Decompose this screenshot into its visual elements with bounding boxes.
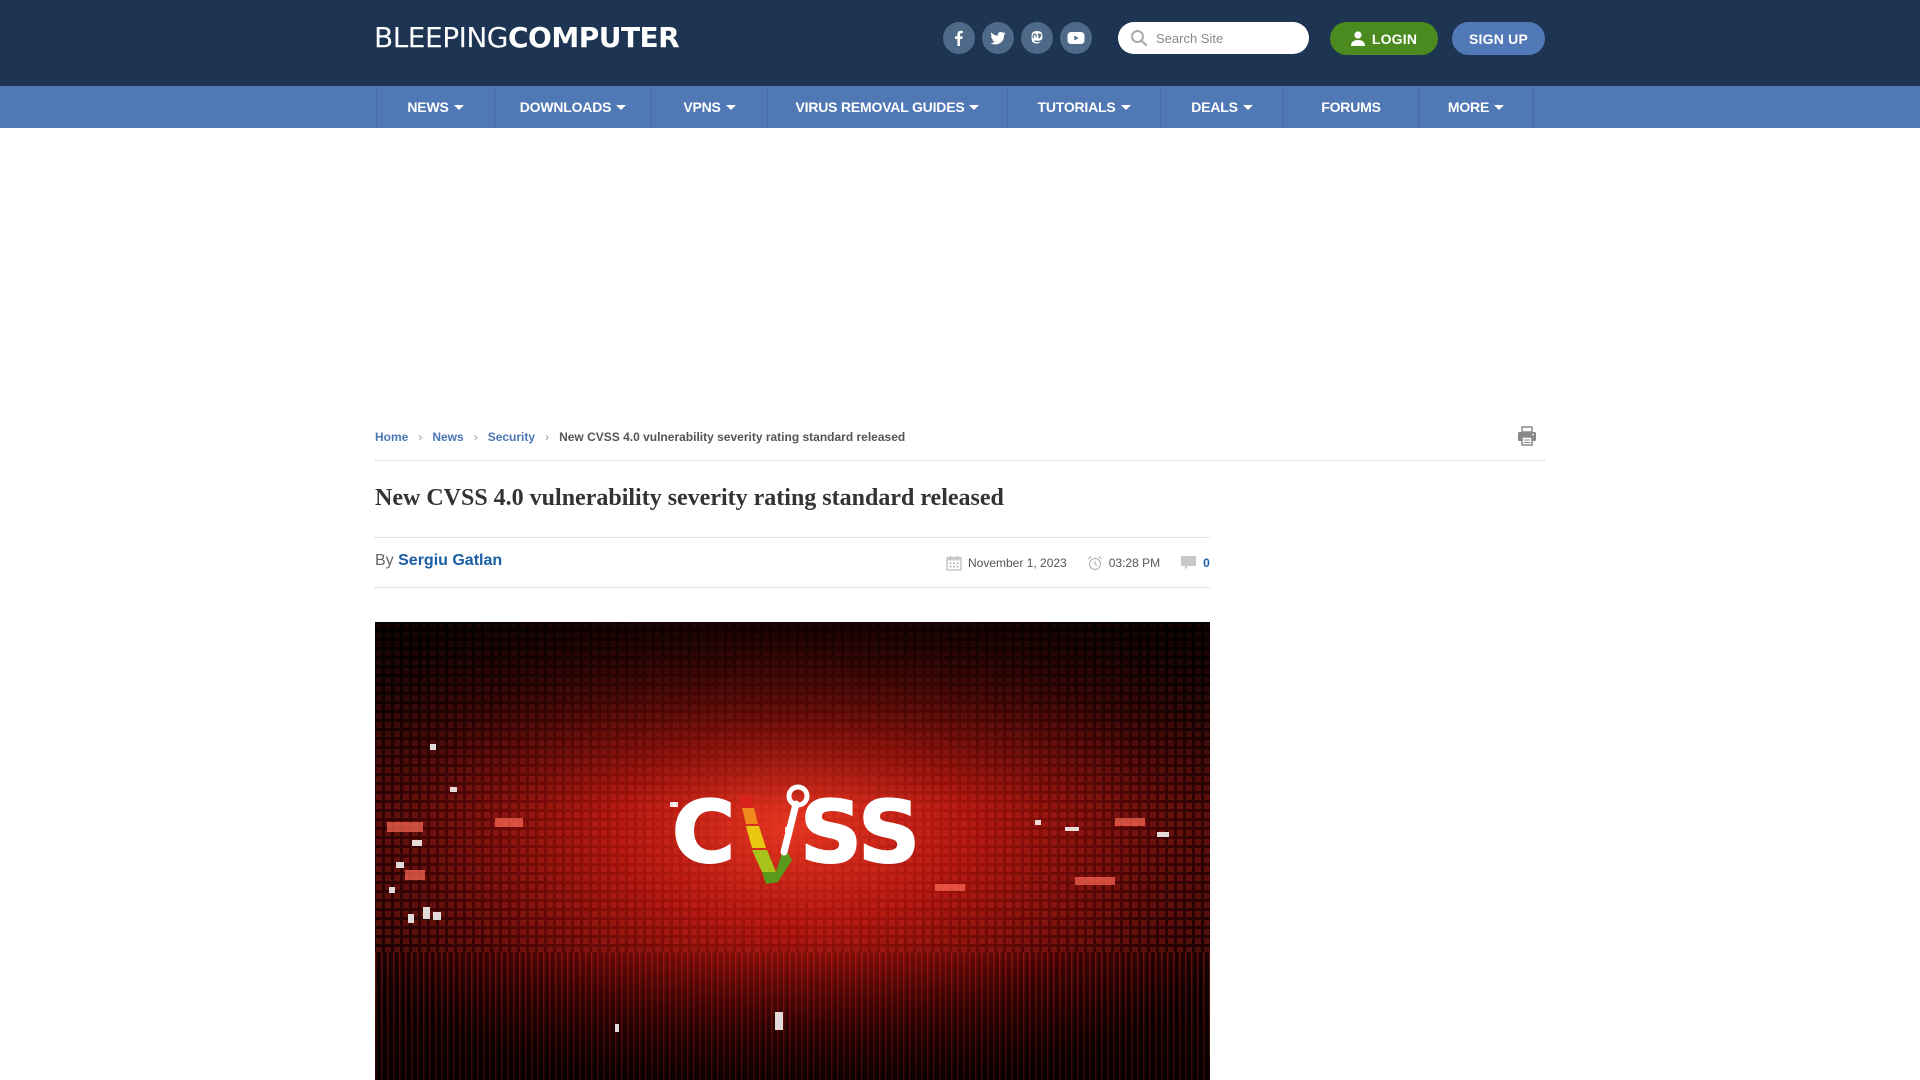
site-logo[interactable]: BLEEPINGCOMPUTER <box>374 21 680 54</box>
chevron-right-icon: › <box>418 430 423 444</box>
logo-bold-text: COMPUTER <box>507 21 680 54</box>
twitter-icon <box>990 31 1006 45</box>
nav-label: DOWNLOADS <box>519 99 612 115</box>
meta-divider-bottom <box>375 587 1210 588</box>
article-hero-image: C SS <box>375 622 1210 1080</box>
svg-text:SS: SS <box>800 783 920 883</box>
caret-down-icon <box>1242 105 1253 110</box>
nav-item-more[interactable]: MORE <box>1419 86 1534 128</box>
main-nav-bar: NEWS DOWNLOADS VPNS VIRUS REMOVAL GUIDES… <box>0 86 1920 128</box>
printer-icon <box>1518 426 1536 446</box>
caret-down-icon <box>725 105 736 110</box>
calendar-icon <box>946 555 962 571</box>
breadcrumb-home[interactable]: Home <box>375 430 408 444</box>
author-link[interactable]: Sergiu Gatlan <box>398 552 502 569</box>
cvss-banner-graphic: C SS <box>375 622 1210 1080</box>
article-date: November 1, 2023 <box>968 556 1067 570</box>
meta-divider-top <box>375 537 1210 538</box>
signup-button[interactable]: SIGN UP <box>1452 22 1545 55</box>
caret-down-icon <box>1494 105 1505 110</box>
nav-item-forums[interactable]: FORUMS <box>1284 86 1419 128</box>
facebook-icon <box>955 30 963 46</box>
main-nav: NEWS DOWNLOADS VPNS VIRUS REMOVAL GUIDES… <box>376 86 1534 128</box>
chevron-right-icon: › <box>473 430 478 444</box>
breadcrumb: Home › News › Security › New CVSS 4.0 vu… <box>375 428 905 446</box>
nav-item-virus-removal-guides[interactable]: VIRUS REMOVAL GUIDES <box>768 86 1008 128</box>
nav-item-downloads[interactable]: DOWNLOADS <box>495 86 652 128</box>
caret-down-icon <box>616 105 627 110</box>
print-button[interactable] <box>1516 425 1538 447</box>
svg-text:C: C <box>672 783 735 883</box>
nav-label: DEALS <box>1191 99 1238 115</box>
alarm-clock-icon <box>1087 555 1103 571</box>
byline: By Sergiu Gatlan <box>375 552 502 570</box>
twitter-button[interactable] <box>982 22 1014 54</box>
nav-label: MORE <box>1447 99 1490 115</box>
login-label: LOGIN <box>1371 30 1418 47</box>
article-title: New CVSS 4.0 vulnerability severity rati… <box>375 485 1004 511</box>
signup-label: SIGN UP <box>1469 30 1528 47</box>
site-header: BLEEPINGCOMPUTER LOGIN SIGN UP <box>0 0 1920 86</box>
nav-item-vpns[interactable]: VPNS <box>652 86 768 128</box>
mastodon-button[interactable] <box>1021 22 1053 54</box>
nav-label: FORUMS <box>1321 99 1381 115</box>
user-icon <box>1350 31 1365 46</box>
chevron-right-icon: › <box>545 430 550 444</box>
breadcrumb-current: New CVSS 4.0 vulnerability severity rati… <box>559 430 906 444</box>
nav-label: NEWS <box>407 99 449 115</box>
breadcrumb-news[interactable]: News <box>432 430 463 444</box>
caret-down-icon <box>1120 105 1131 110</box>
ad-space <box>375 128 1545 408</box>
logo-thin-text: BLEEPING <box>374 21 508 54</box>
caret-down-icon <box>453 105 464 110</box>
youtube-button[interactable] <box>1060 22 1092 54</box>
comment-icon[interactable] <box>1180 555 1197 571</box>
facebook-button[interactable] <box>943 22 975 54</box>
nav-item-deals[interactable]: DEALS <box>1161 86 1284 128</box>
login-button[interactable]: LOGIN <box>1330 22 1438 55</box>
comment-count[interactable]: 0 <box>1203 556 1210 570</box>
site-search[interactable] <box>1118 22 1309 54</box>
search-icon <box>1131 30 1148 47</box>
breadcrumb-security[interactable]: Security <box>488 430 535 444</box>
caret-down-icon <box>969 105 980 110</box>
nav-item-news[interactable]: NEWS <box>377 86 495 128</box>
nav-label: TUTORIALS <box>1037 99 1116 115</box>
youtube-icon <box>1067 32 1085 44</box>
nav-item-tutorials[interactable]: TUTORIALS <box>1008 86 1161 128</box>
nav-label: VPNS <box>683 99 721 115</box>
article-meta: November 1, 2023 03:28 PM 0 <box>946 554 1210 572</box>
article-time: 03:28 PM <box>1108 556 1161 570</box>
search-input[interactable] <box>1156 30 1296 46</box>
by-label: By <box>375 552 394 569</box>
mastodon-icon <box>1031 31 1043 44</box>
breadcrumb-divider <box>375 460 1545 461</box>
nav-label: VIRUS REMOVAL GUIDES <box>795 99 965 115</box>
